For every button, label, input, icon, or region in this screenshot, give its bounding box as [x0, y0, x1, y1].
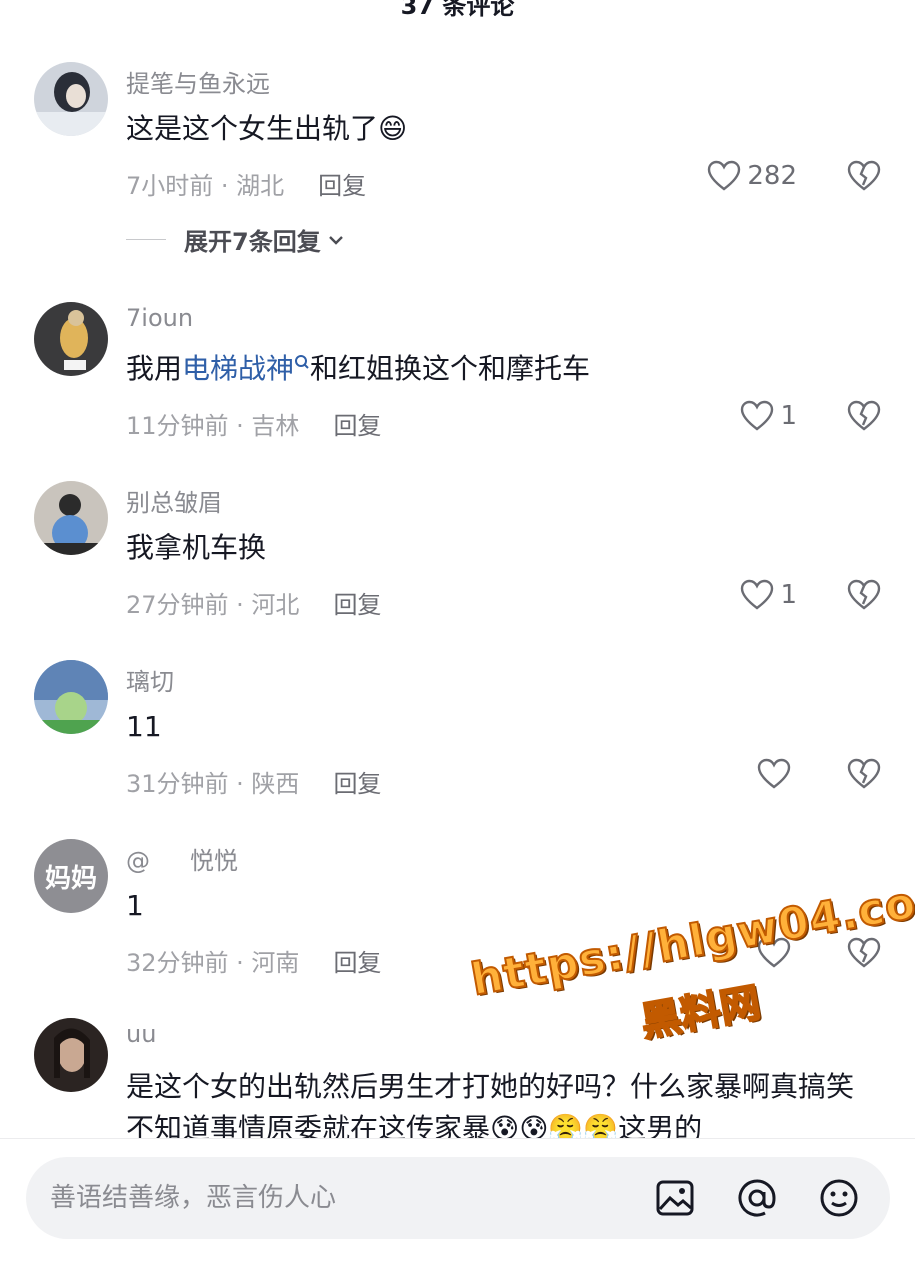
avatar[interactable]: [34, 481, 108, 555]
comment-time-location: 32分钟前 · 河南: [126, 949, 300, 977]
like-button[interactable]: 282: [707, 160, 797, 192]
comment-username[interactable]: 璃切: [126, 662, 174, 697]
comment-text[interactable]: 我用电梯战神 和红姐换这个和摩托车: [126, 350, 590, 388]
comment-input-box[interactable]: [26, 1157, 890, 1239]
comment-text-after: 和红姐换这个和摩托车: [310, 352, 591, 385]
avatar[interactable]: [34, 660, 108, 734]
like-button[interactable]: 1: [740, 579, 797, 611]
username-text: 悦悦: [190, 847, 238, 875]
comment-input-bar: [0, 1138, 915, 1280]
dislike-button[interactable]: [847, 758, 881, 794]
heart-outline-icon: [741, 400, 774, 431]
reply-button[interactable]: 回复: [333, 770, 381, 798]
avatar[interactable]: [34, 302, 108, 376]
avatar[interactable]: [34, 62, 108, 136]
chevron-down-icon: [328, 235, 343, 245]
comment-text[interactable]: 这是这个女生出轨了😄: [126, 110, 407, 148]
expand-replies-button[interactable]: 展开7条回复: [126, 222, 347, 257]
comment-text[interactable]: 1: [126, 887, 144, 925]
dislike-button[interactable]: [847, 160, 881, 196]
dislike-button[interactable]: [847, 400, 881, 436]
comment-meta: 32分钟前 · 河南 回复: [126, 943, 381, 978]
comment-time-location: 11分钟前 · 吉林: [126, 412, 300, 440]
comment-time-location: 7小时前 · 湖北: [126, 172, 285, 200]
emoji-face-icon[interactable]: [818, 1177, 860, 1219]
comment-text[interactable]: 是这个女的出轨然后男生才打她的好吗？什么家暴啊真搞笑 不知道事情原委就在这传家暴…: [126, 1066, 886, 1138]
emoji: 😄: [378, 112, 408, 145]
comment-text-body: 这是这个女生出轨了: [126, 112, 379, 145]
at-icon[interactable]: [736, 1177, 778, 1219]
mention-prefix: @: [126, 847, 150, 875]
dislike-button[interactable]: [847, 579, 881, 615]
comment-username[interactable]: @ 悦悦: [126, 841, 238, 876]
comment-list[interactable]: 提笔与鱼永远 这是这个女生出轨了😄 7小时前 · 湖北 回复 282 展开7条回复: [0, 0, 915, 1138]
comment-text[interactable]: 11: [126, 708, 162, 746]
like-button[interactable]: 1: [740, 400, 797, 432]
comment-time-location: 31分钟前 · 陕西: [126, 770, 300, 798]
like-count: 1: [780, 580, 797, 610]
comment-item: 璃切 11 31分钟前 · 陕西 回复: [0, 660, 915, 810]
like-button[interactable]: [757, 758, 797, 790]
reply-button[interactable]: 回复: [333, 412, 381, 440]
comment-meta: 31分钟前 · 陕西 回复: [126, 764, 381, 799]
heart-outline-icon: [708, 160, 741, 191]
expand-replies-label: 展开7条回复: [184, 228, 321, 256]
comment-item: 提笔与鱼永远 这是这个女生出轨了😄 7小时前 · 湖北 回复 282 展开7条回复: [0, 62, 915, 262]
broken-heart-icon: [847, 758, 881, 789]
heart-outline-icon: [741, 579, 774, 610]
like-count: 1: [780, 401, 797, 431]
divider: [126, 239, 166, 240]
broken-heart-icon: [847, 400, 881, 431]
broken-heart-icon: [847, 160, 881, 191]
comment-item: 7ioun 我用电梯战神 和红姐换这个和摩托车 11分钟前 · 吉林 回复 1: [0, 302, 915, 452]
comment-meta: 27分钟前 · 河北 回复: [126, 585, 381, 620]
comment-username[interactable]: 提笔与鱼永远: [126, 64, 270, 99]
reply-button[interactable]: 回复: [318, 172, 366, 200]
comment-text-before: 我用: [126, 352, 183, 385]
comment-text[interactable]: 我拿机车换: [126, 529, 266, 567]
broken-heart-icon: [847, 937, 881, 968]
comment-item: 别总皱眉 我拿机车换 27分钟前 · 河北 回复 1: [0, 481, 915, 631]
comment-username[interactable]: 别总皱眉: [126, 483, 222, 518]
dislike-button[interactable]: [847, 937, 881, 973]
comment-input[interactable]: [50, 1175, 610, 1221]
avatar[interactable]: [34, 1018, 108, 1092]
search-link[interactable]: 电梯战神: [182, 352, 310, 385]
heart-outline-icon: [757, 758, 791, 789]
comment-username[interactable]: uu: [126, 1020, 156, 1048]
avatar[interactable]: 妈妈: [34, 839, 108, 913]
reply-button[interactable]: 回复: [333, 949, 381, 977]
comment-username[interactable]: 7ioun: [126, 304, 193, 332]
search-icon: [295, 355, 309, 369]
search-link-text: 电梯战神: [182, 352, 295, 385]
image-icon[interactable]: [654, 1177, 696, 1219]
comment-item: uu 是这个女的出轨然后男生才打她的好吗？什么家暴啊真搞笑 不知道事情原委就在这…: [0, 1018, 915, 1138]
like-count: 282: [747, 161, 797, 191]
comment-meta: 11分钟前 · 吉林 回复: [126, 406, 381, 441]
reply-button[interactable]: 回复: [333, 591, 381, 619]
avatar-text: 妈妈: [44, 863, 97, 894]
comment-time-location: 27分钟前 · 河北: [126, 591, 300, 619]
broken-heart-icon: [847, 579, 881, 610]
comment-meta: 7小时前 · 湖北 回复: [126, 166, 366, 201]
